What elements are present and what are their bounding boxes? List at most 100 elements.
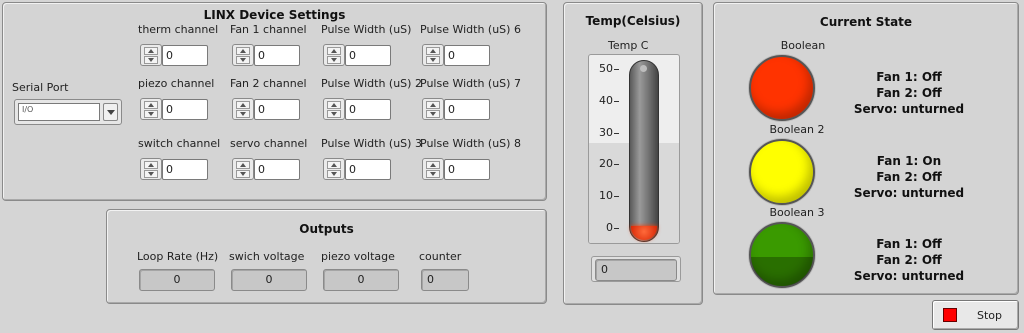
- serial-port-field[interactable]: I/O: [18, 103, 100, 121]
- decrement-arrow-icon[interactable]: [327, 170, 341, 178]
- numeric-input[interactable]: 0: [345, 99, 391, 120]
- serial-port-control[interactable]: I/O: [14, 99, 122, 125]
- thermometer-tube: [629, 60, 659, 242]
- state-line: Fan 1: Off: [876, 70, 942, 84]
- decrement-arrow-icon[interactable]: [426, 110, 440, 118]
- state-line: Fan 2: Off: [876, 170, 942, 184]
- indicator-label: Loop Rate (Hz): [137, 250, 219, 263]
- serial-port-dropdown-button[interactable]: [103, 103, 118, 121]
- chevron-down-icon: [107, 110, 115, 115]
- increment-arrow-icon[interactable]: [327, 161, 341, 169]
- panel-title: Temp(Celsius): [585, 14, 681, 28]
- control-label: switch channel: [138, 137, 221, 150]
- increment-arrow-icon[interactable]: [236, 47, 250, 55]
- decrement-arrow-icon[interactable]: [327, 110, 341, 118]
- numeric-control[interactable]: 0: [232, 44, 300, 66]
- numeric-input[interactable]: 0: [162, 45, 208, 66]
- led-label: Boolean: [780, 39, 826, 52]
- numeric-input[interactable]: 0: [444, 159, 490, 180]
- state-line: Fan 2: Off: [876, 86, 942, 100]
- current-state-panel: Current State Boolean Fan 1: Off Fan 2: Of…: [713, 2, 1019, 295]
- increment-decrement-arrows[interactable]: [422, 98, 444, 120]
- numeric-control[interactable]: 0: [140, 158, 208, 180]
- boolean-led[interactable]: [749, 139, 815, 205]
- decrement-arrow-icon[interactable]: [327, 56, 341, 64]
- increment-decrement-arrows[interactable]: [323, 98, 345, 120]
- temp-panel: Temp(Celsius) Temp C 50 40 30 20 10 0 0: [563, 2, 703, 305]
- increment-decrement-arrows[interactable]: [232, 44, 254, 66]
- scale-tick-mark: [614, 69, 619, 70]
- numeric-control[interactable]: 0: [323, 98, 391, 120]
- increment-arrow-icon[interactable]: [236, 101, 250, 109]
- scale-tick-label: 10: [599, 189, 613, 203]
- increment-arrow-icon[interactable]: [144, 47, 158, 55]
- temp-readout-frame: 0: [591, 256, 681, 282]
- increment-decrement-arrows[interactable]: [140, 158, 162, 180]
- numeric-input[interactable]: 0: [345, 45, 391, 66]
- increment-arrow-icon[interactable]: [327, 47, 341, 55]
- numeric-input[interactable]: 0: [444, 99, 490, 120]
- control-label: servo channel: [230, 137, 308, 150]
- numeric-input[interactable]: 0: [162, 99, 208, 120]
- increment-decrement-arrows[interactable]: [323, 44, 345, 66]
- boolean-led[interactable]: [749, 55, 815, 121]
- scale-tick-label: 40: [599, 93, 613, 107]
- increment-arrow-icon[interactable]: [426, 101, 440, 109]
- state-line: Fan 1: On: [876, 154, 942, 168]
- state-line: Fan 1: Off: [876, 237, 942, 251]
- numeric-control[interactable]: 0: [140, 98, 208, 120]
- boolean-led[interactable]: [749, 222, 815, 288]
- control-label: Fan 2 channel: [230, 77, 307, 90]
- numeric-input[interactable]: 0: [254, 159, 300, 180]
- numeric-input[interactable]: 0: [345, 159, 391, 180]
- led-label: Boolean 3: [769, 206, 825, 219]
- led-shade: [751, 257, 813, 286]
- numeric-input[interactable]: 0: [254, 45, 300, 66]
- numeric-control[interactable]: 0: [422, 98, 490, 120]
- decrement-arrow-icon[interactable]: [236, 110, 250, 118]
- numeric-control[interactable]: 0: [422, 158, 490, 180]
- decrement-arrow-icon[interactable]: [426, 56, 440, 64]
- numeric-input[interactable]: 0: [162, 159, 208, 180]
- panel-title: Current State: [819, 15, 913, 29]
- outputs-panel: Outputs Loop Rate (Hz) 0 swich voltage 0 pie…: [106, 209, 547, 304]
- increment-arrow-icon[interactable]: [144, 161, 158, 169]
- numeric-indicator: 0: [231, 269, 307, 291]
- decrement-arrow-icon[interactable]: [144, 56, 158, 64]
- increment-arrow-icon[interactable]: [144, 101, 158, 109]
- increment-decrement-arrows[interactable]: [140, 98, 162, 120]
- scale-tick-label: 0: [606, 221, 613, 234]
- numeric-control[interactable]: 0: [232, 158, 300, 180]
- decrement-arrow-icon[interactable]: [144, 170, 158, 178]
- decrement-arrow-icon[interactable]: [144, 110, 158, 118]
- thermometer-frame: 50 40 30 20 10 0: [588, 54, 680, 244]
- increment-decrement-arrows[interactable]: [323, 158, 345, 180]
- numeric-control[interactable]: 0: [140, 44, 208, 66]
- stop-button[interactable]: Stop: [932, 300, 1019, 330]
- scale-tick-label: 20: [599, 157, 613, 171]
- numeric-control[interactable]: 0: [323, 158, 391, 180]
- indicator-label: swich voltage: [229, 250, 305, 263]
- stop-label: Stop: [977, 309, 1003, 322]
- increment-arrow-icon[interactable]: [426, 47, 440, 55]
- io-icon: I/O: [22, 105, 34, 114]
- decrement-arrow-icon[interactable]: [236, 170, 250, 178]
- numeric-input[interactable]: 0: [254, 99, 300, 120]
- decrement-arrow-icon[interactable]: [236, 56, 250, 64]
- numeric-input[interactable]: 0: [444, 45, 490, 66]
- increment-decrement-arrows[interactable]: [140, 44, 162, 66]
- numeric-control[interactable]: 0: [232, 98, 300, 120]
- decrement-arrow-icon[interactable]: [426, 170, 440, 178]
- increment-decrement-arrows[interactable]: [422, 44, 444, 66]
- numeric-control[interactable]: 0: [422, 44, 490, 66]
- numeric-control[interactable]: 0: [323, 44, 391, 66]
- increment-decrement-arrows[interactable]: [232, 98, 254, 120]
- increment-arrow-icon[interactable]: [236, 161, 250, 169]
- increment-decrement-arrows[interactable]: [232, 158, 254, 180]
- state-line: Servo: unturned: [853, 269, 965, 283]
- increment-arrow-icon[interactable]: [327, 101, 341, 109]
- control-label: piezo channel: [138, 77, 215, 90]
- serial-port-label: Serial Port: [12, 81, 69, 94]
- increment-decrement-arrows[interactable]: [422, 158, 444, 180]
- increment-arrow-icon[interactable]: [426, 161, 440, 169]
